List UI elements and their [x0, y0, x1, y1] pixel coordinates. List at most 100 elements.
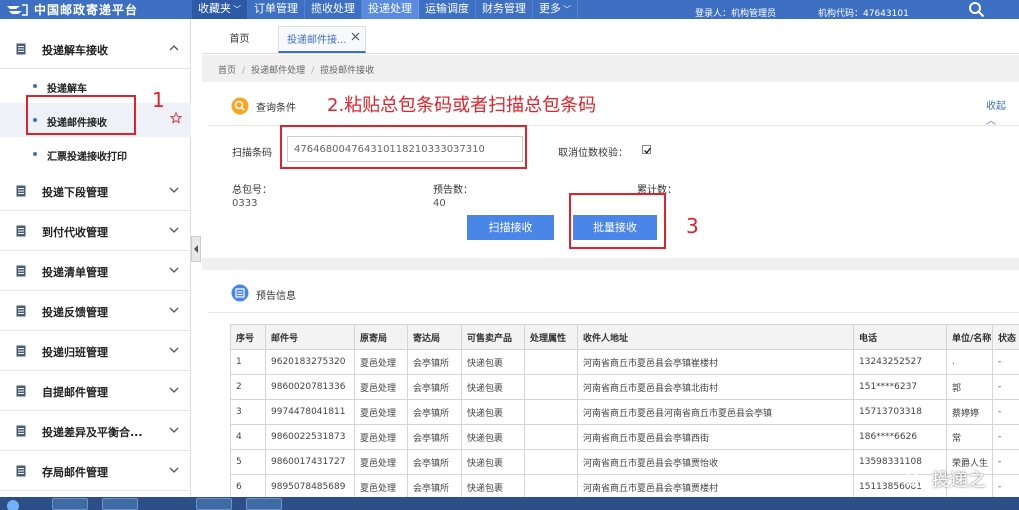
nav-delivery[interactable]: 投递处理	[362, 0, 419, 19]
annotation-step-1: 1	[152, 88, 165, 112]
chevron-down-icon	[169, 267, 179, 273]
total-bag-value: 0333	[232, 198, 258, 209]
taskbar-app-word[interactable]	[246, 498, 282, 510]
forecast-count-value: 40	[433, 198, 446, 209]
sidebar-group-next-segment[interactable]: 投递下段管理	[0, 171, 191, 211]
main-nav: 收藏夹 ﹀ 订单管理 揽收处理 投递处理 运输调度 财务管理 更多 ﹀	[192, 0, 578, 19]
watermark: 投递之	[904, 466, 986, 492]
search-icon[interactable]	[968, 1, 985, 18]
col-header-mail-no: 邮件号	[265, 324, 355, 350]
nav-pickup[interactable]: 揽收处理	[305, 0, 362, 19]
cell-attribute	[524, 424, 578, 450]
chevron-down-icon: ﹀	[563, 5, 571, 14]
cell-status: -	[992, 424, 1019, 450]
sidebar-group-feedback[interactable]: 投递反馈管理	[0, 291, 191, 331]
cell-origin: 夏邑处理	[354, 424, 408, 450]
sidebar-item-money-order-print[interactable]: 汇票投递接收打印	[0, 137, 191, 171]
tab-home[interactable]: 首页	[202, 26, 277, 53]
sidebar-group-list[interactable]: 投递清单管理	[0, 251, 191, 291]
sidebar-group-cod[interactable]: 到付代收管理	[0, 211, 191, 251]
nav-favorites[interactable]: 收藏夹 ﹀	[192, 0, 248, 19]
start-menu-icon[interactable]	[6, 499, 20, 510]
sidebar-group-return[interactable]: 投递归班管理	[0, 331, 191, 371]
logo[interactable]: 中国邮政寄递平台	[6, 1, 138, 18]
star-icon[interactable]	[170, 112, 182, 124]
table-row[interactable]: 4 9860022531873 夏邑处理 会亭镇所 快递包裹 河南省商丘市夏邑县…	[230, 424, 1019, 450]
divider	[208, 312, 1019, 313]
forecast-count-label: 预告数：	[433, 185, 473, 196]
cell-index: 6	[230, 474, 266, 500]
skip-digit-check-label: 取消位数校验：	[558, 148, 628, 159]
org-code: 机构代码：47643101	[818, 9, 909, 19]
breadcrumb-current: 揽投邮件接收	[320, 66, 375, 76]
scan-receive-button[interactable]: 扫描接收	[467, 215, 554, 240]
document-icon	[16, 385, 26, 397]
chevron-down-icon	[169, 347, 179, 353]
document-icon	[16, 265, 26, 277]
nav-finance[interactable]: 财务管理	[476, 0, 533, 19]
document-icon	[16, 425, 26, 437]
sidebar-collapse-handle[interactable]	[191, 236, 201, 262]
breadcrumb-home[interactable]: 首页	[218, 66, 236, 76]
platform-title: 中国邮政寄递平台	[34, 3, 139, 17]
cell-status: -	[992, 349, 1019, 375]
cell-unit: 蔡婷婷	[946, 399, 993, 425]
chevron-up-icon	[169, 45, 179, 51]
collapse-link[interactable]: 收起 ︿	[986, 97, 1019, 127]
breadcrumb-section[interactable]: 投递邮件处理	[251, 66, 305, 76]
cell-destination: 会亭镇所	[407, 399, 462, 425]
tab-bar: 首页 投递邮件接...	[202, 26, 1019, 54]
table-row[interactable]: 1 9620183275320 夏邑处理 会亭镇所 快递包裹 河南省商丘市夏邑县…	[230, 349, 1019, 375]
document-icon	[16, 345, 26, 357]
cell-status: -	[992, 399, 1019, 425]
breadcrumb-bar: 首页 / 投递邮件处理 / 揽投邮件接收	[202, 55, 1019, 82]
cell-address: 河南省商丘市夏邑县会亭镇贾怡收	[577, 449, 854, 475]
post-logo-icon	[7, 3, 28, 16]
cell-destination: 会亭镇所	[407, 349, 462, 375]
cell-mail-no: 9620183275320	[265, 349, 355, 375]
sidebar-group-self-pickup[interactable]: 自提邮件管理	[0, 371, 191, 411]
chevron-left-icon	[194, 245, 198, 253]
nav-more[interactable]: 更多 ﹀	[533, 0, 578, 19]
table-row[interactable]: 6 9895078485689 夏邑处理 会亭镇所 快递包裹 河南省商丘市夏邑县…	[230, 474, 1019, 500]
skip-digit-check-checkbox[interactable]	[642, 145, 652, 154]
close-icon[interactable]	[351, 32, 360, 41]
taskbar-app-chrome[interactable]	[196, 498, 232, 510]
taskbar-app-explorer[interactable]	[102, 498, 138, 510]
forecast-table: 序号 邮件号 原寄局 寄达局 可售卖产品 处理属性 收件人地址 电话 单位/名称…	[230, 324, 1019, 500]
cell-phone: 151****6237	[853, 374, 947, 400]
cell-attribute	[524, 374, 578, 400]
cell-address: 河南省商丘市夏邑县河南省商丘市夏邑县会亭镇	[577, 399, 854, 425]
table-row[interactable]: 2 9860020781336 夏邑处理 会亭镇所 快递包裹 河南省商丘市夏邑县…	[230, 374, 1019, 400]
section-separator	[202, 258, 1019, 270]
cell-index: 1	[230, 349, 266, 375]
cell-product: 快递包裹	[461, 449, 525, 475]
sidebar-group-delivery-unload[interactable]: 投递解车接收	[0, 29, 191, 69]
chevron-down-icon	[169, 307, 179, 313]
query-panel-title: 查询条件	[256, 103, 296, 114]
table-header-row: 序号 邮件号 原寄局 寄达局 可售卖产品 处理属性 收件人地址 电话 单位/名称…	[230, 324, 1019, 350]
cell-product: 快递包裹	[461, 374, 525, 400]
nav-orders[interactable]: 订单管理	[248, 0, 305, 19]
cell-unit: 郭	[946, 374, 993, 400]
cell-index: 2	[230, 374, 266, 400]
sidebar-group-held-mail[interactable]: 存局邮件管理	[0, 451, 191, 491]
nav-transport[interactable]: 运输调度	[419, 0, 476, 19]
bullet-icon	[33, 152, 37, 156]
checkmark-icon	[644, 147, 652, 154]
table-row[interactable]: 5 9860017431727 夏邑处理 会亭镇所 快递包裹 河南省商丘市夏邑县…	[230, 449, 1019, 475]
login-user: 登录人：机构管理员	[695, 9, 777, 19]
taskbar-app-ie[interactable]	[52, 498, 88, 510]
cell-product: 快递包裹	[461, 424, 525, 450]
document-icon	[16, 305, 26, 317]
cell-unit: .	[946, 349, 993, 375]
sidebar-group-difference-balance[interactable]: 投递差异及平衡合...	[0, 411, 191, 451]
table-row[interactable]: 3 9974478041811 夏邑处理 会亭镇所 快递包裹 河南省商丘市夏邑县…	[230, 399, 1019, 425]
info-list-icon	[231, 284, 249, 302]
col-header-index: 序号	[230, 324, 266, 350]
cell-address: 河南省商丘市夏邑县会亭镇北街村	[577, 374, 854, 400]
cell-product: 快递包裹	[461, 349, 525, 375]
cell-address: 河南省商丘市夏邑县会亭镇贾楼村	[577, 474, 854, 500]
cell-attribute	[524, 399, 578, 425]
wechat-icon	[904, 472, 926, 488]
